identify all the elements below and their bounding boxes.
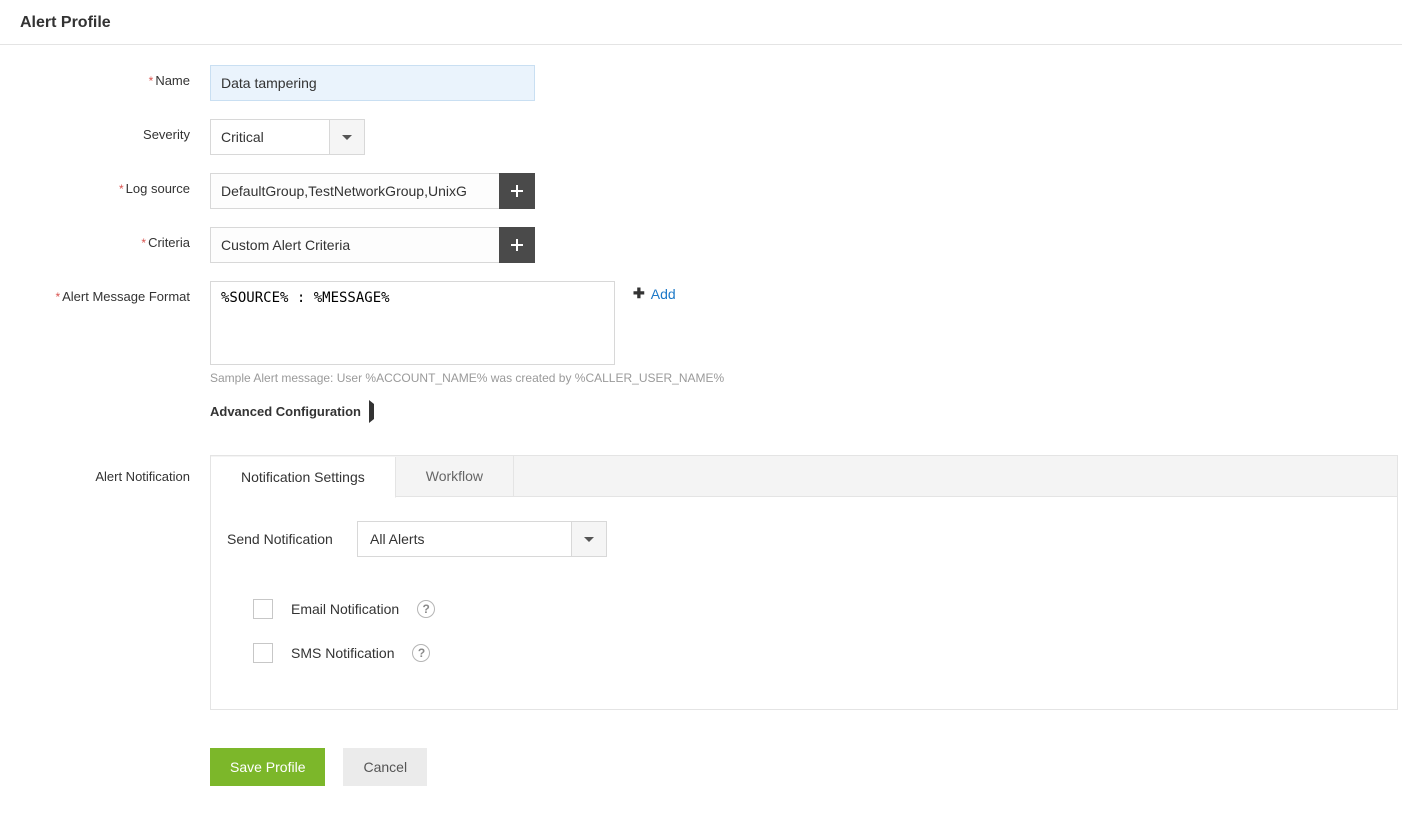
label-send-notification: Send Notification [227,531,357,547]
required-asterisk: * [149,74,154,88]
page-title: Alert Profile [0,0,1402,45]
required-asterisk: * [141,236,146,250]
row-alert-notification: Alert Notification Notification Settings… [0,455,1402,710]
chevron-down-icon [342,135,352,140]
plus-icon [510,184,524,198]
criteria-picker: Custom Alert Criteria [210,227,535,263]
tab-workflow[interactable]: Workflow [396,456,514,496]
add-variable-link[interactable]: ✚ Add [633,281,676,302]
label-email-notification: Email Notification [291,601,399,617]
label-alert-notification: Alert Notification [0,455,210,484]
severity-select[interactable]: Critical [210,119,365,155]
label-message-format: *Alert Message Format [0,281,210,304]
label-criteria: *Criteria [0,227,210,250]
log-source-picker: DefaultGroup,TestNetworkGroup,UnixG [210,173,535,209]
send-notification-select[interactable]: All Alerts [357,521,607,557]
email-notification-checkbox[interactable] [253,599,273,619]
plus-icon [510,238,524,252]
advanced-configuration-toggle[interactable]: Advanced Configuration [210,404,374,419]
row-severity: Severity Critical [0,119,1402,155]
row-message-format: *Alert Message Format ✚ Add Sample Alert… [0,281,1402,385]
required-asterisk: * [55,290,60,304]
triangle-right-icon [369,404,374,419]
row-criteria: *Criteria Custom Alert Criteria [0,227,1402,263]
log-source-value[interactable]: DefaultGroup,TestNetworkGroup,UnixG [210,173,499,209]
send-notification-value: All Alerts [357,521,571,557]
sample-message-helper: Sample Alert message: User %ACCOUNT_NAME… [210,371,910,385]
criteria-value[interactable]: Custom Alert Criteria [210,227,499,263]
row-log-source: *Log source DefaultGroup,TestNetworkGrou… [0,173,1402,209]
notification-tabs: Notification Settings Workflow Send Noti… [210,455,1398,710]
label-severity: Severity [0,119,210,142]
tab-strip: Notification Settings Workflow [210,455,1398,497]
log-source-add-button[interactable] [499,173,535,209]
send-notification-dropdown-button[interactable] [571,521,607,557]
help-icon[interactable]: ? [417,600,435,618]
cancel-button[interactable]: Cancel [343,748,427,786]
save-button[interactable]: Save Profile [210,748,325,786]
label-name: *Name [0,65,210,88]
row-email-notification: Email Notification ? [253,599,1381,619]
sms-notification-checkbox[interactable] [253,643,273,663]
required-asterisk: * [119,182,124,196]
label-log-source: *Log source [0,173,210,196]
severity-dropdown-button[interactable] [329,119,365,155]
row-sms-notification: SMS Notification ? [253,643,1381,663]
severity-value: Critical [210,119,329,155]
row-name: *Name [0,65,1402,101]
label-sms-notification: SMS Notification [291,645,394,661]
tab-panel-notification-settings: Send Notification All Alerts Email Notif… [210,497,1398,710]
name-input[interactable] [210,65,535,101]
help-icon[interactable]: ? [412,644,430,662]
plus-icon: ✚ [633,285,645,302]
form-actions: Save Profile Cancel [210,748,1402,786]
alert-profile-form: *Name Severity Critical *Log source Defa… [0,45,1402,826]
message-format-input[interactable] [210,281,615,365]
row-send-notification: Send Notification All Alerts [227,521,1381,557]
tab-notification-settings[interactable]: Notification Settings [211,457,396,498]
criteria-add-button[interactable] [499,227,535,263]
chevron-down-icon [584,537,594,542]
